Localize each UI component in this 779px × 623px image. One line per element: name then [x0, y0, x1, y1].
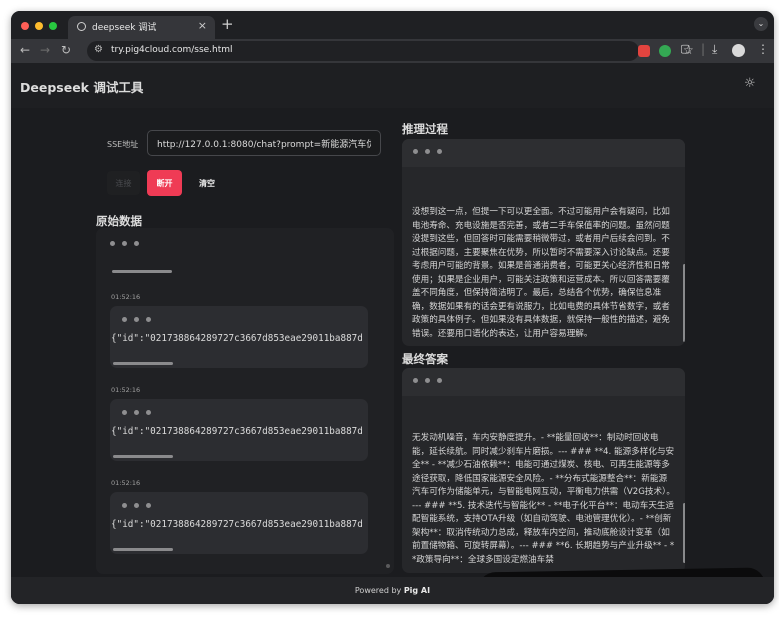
extensions-puzzle-icon[interactable]: ▢: [680, 42, 690, 55]
raw-entry-card: {"id":"021738864289727c3667d853eae29011b…: [110, 492, 368, 554]
entry-timestamp: 01:52:16: [111, 293, 141, 301]
new-tab-button[interactable]: +: [221, 15, 234, 33]
toolbar-divider: |: [701, 42, 706, 56]
card-dots-icon: [122, 503, 151, 508]
raw-entry-content: {"id":"021738864289727c3667d853eae29011b…: [111, 519, 363, 530]
address-bar[interactable]: ⚙ try.pig4cloud.com/sse.html ☆: [87, 41, 694, 61]
card-dots-icon: [122, 410, 151, 415]
reasoning-scrollbar[interactable]: [683, 264, 685, 342]
back-icon[interactable]: ←: [20, 43, 30, 57]
tab-strip: deepseek 调试 × + ⌄: [11, 11, 774, 39]
answer-panel[interactable]: 无发动机噪音，车内安静度提升。- **能量回收**：制动时回收电能，延长续航。同…: [402, 368, 685, 573]
forward-icon[interactable]: →: [40, 43, 50, 57]
download-icon[interactable]: ⤓: [712, 42, 717, 57]
footer-brand: Pig AI: [403, 586, 431, 595]
card-scrollbar: [113, 548, 173, 551]
site-info-icon[interactable]: ⚙: [94, 44, 103, 55]
card-scrollbar: [113, 362, 173, 365]
scroll-fade-bar: [112, 270, 172, 273]
raw-data-title: 原始数据: [96, 214, 142, 228]
tab-close-icon[interactable]: ×: [198, 19, 207, 32]
card-scrollbar: [113, 455, 173, 458]
menu-icon[interactable]: ⋮: [757, 42, 769, 56]
clear-button[interactable]: 清空: [192, 171, 222, 195]
panel-dots-icon: [110, 241, 139, 246]
answer-text: 无发动机噪音，车内安静度提升。- **能量回收**：制动时回收电能，延长续航。同…: [412, 433, 675, 565]
footer-prefix: Powered by: [354, 586, 402, 595]
app-title: Deepseek 调试工具: [20, 80, 144, 95]
window-maximize-button[interactable]: [49, 22, 57, 30]
browser-window: deepseek 调试 × + ⌄ ← → ↻ ⚙ try.pig4cloud.…: [11, 11, 774, 604]
raw-entry-content: {"id":"021738864289727c3667d853eae29011b…: [111, 426, 363, 437]
footer-text: Powered by Pig AI: [11, 586, 774, 595]
raw-entry-content: {"id":"021738864289727c3667d853eae29011b…: [111, 333, 363, 344]
card-dots-icon: [122, 317, 151, 322]
address-toolbar: ← → ↻ ⚙ try.pig4cloud.com/sse.html ☆ ▢ |…: [11, 39, 774, 63]
reload-icon[interactable]: ↻: [61, 43, 71, 57]
extension-green-icon[interactable]: [659, 45, 671, 57]
raw-data-panel[interactable]: 01:52:16 {"id":"021738864289727c3667d853…: [96, 228, 394, 574]
reasoning-title: 推理过程: [402, 122, 448, 136]
window-minimize-button[interactable]: [35, 22, 43, 30]
extension-red-icon[interactable]: [638, 45, 650, 57]
reasoning-text: 没想到这一点，但提一下可以更全面。不过可能用户会有疑问，比如电池寿命、充电设施是…: [412, 207, 670, 339]
entry-timestamp: 01:52:16: [111, 386, 141, 394]
entry-timestamp: 01:52:16: [111, 479, 141, 487]
answer-scrollbar[interactable]: [683, 503, 685, 563]
globe-icon: [77, 22, 86, 31]
answer-title: 最终答案: [402, 352, 448, 366]
theme-toggle-icon[interactable]: ☼: [744, 76, 756, 91]
profile-icon[interactable]: [732, 44, 745, 57]
panel-dots-icon: [413, 378, 442, 383]
app-page: Deepseek 调试工具 ☼ SSE地址 连接 断开 清空 原始数据 01:5…: [11, 63, 774, 604]
sse-url-input[interactable]: [147, 130, 381, 156]
raw-entry-card: {"id":"021738864289727c3667d853eae29011b…: [110, 399, 368, 461]
app-header: Deepseek 调试工具 ☼: [11, 63, 774, 108]
app-footer: Powered by Pig AI: [11, 577, 774, 604]
resize-handle[interactable]: [386, 564, 390, 568]
tab-search-icon[interactable]: ⌄: [754, 17, 768, 31]
sse-label: SSE地址: [107, 140, 139, 149]
disconnect-button[interactable]: 断开: [147, 170, 182, 196]
panel-header: [402, 368, 685, 396]
tab-title: deepseek 调试: [92, 23, 157, 33]
panel-dots-icon: [413, 149, 442, 154]
connect-button[interactable]: 连接: [107, 171, 140, 195]
browser-tab[interactable]: deepseek 调试 ×: [68, 16, 215, 39]
url-text[interactable]: try.pig4cloud.com/sse.html: [111, 45, 233, 55]
reasoning-panel[interactable]: 没想到这一点，但提一下可以更全面。不过可能用户会有疑问，比如电池寿命、充电设施是…: [402, 139, 685, 346]
window-close-button[interactable]: [21, 22, 29, 30]
panel-header-mask: [402, 139, 685, 167]
raw-entry-card: {"id":"021738864289727c3667d853eae29011b…: [110, 306, 368, 368]
